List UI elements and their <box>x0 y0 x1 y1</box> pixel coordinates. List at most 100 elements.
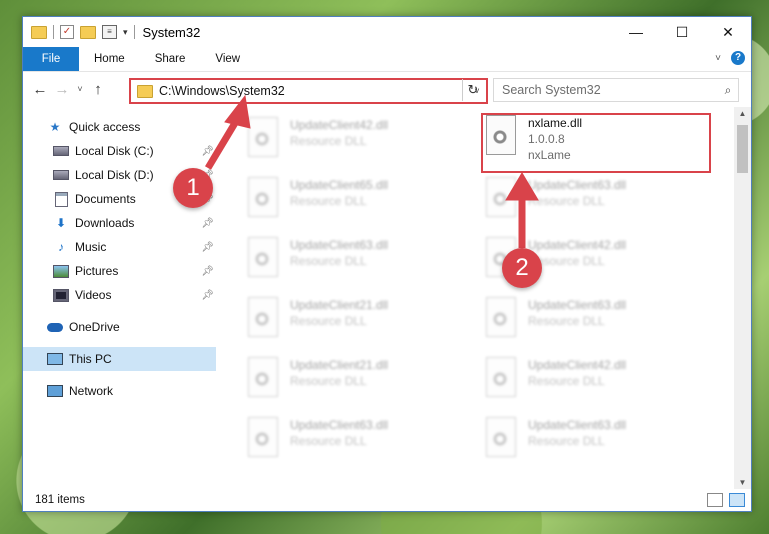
details-view-icon[interactable] <box>707 493 723 507</box>
videos-icon <box>53 287 69 303</box>
ribbon-right-controls: ˅ ? <box>715 51 745 65</box>
sidebar-item-downloads[interactable]: ⬇ Downloads 📌︎ <box>23 211 216 235</box>
toolbar-dropdown-icon[interactable]: ▾ <box>123 27 128 38</box>
list-item[interactable]: UpdateClient63.dll Resource DLL <box>246 237 476 285</box>
file-name: UpdateClient63.dll <box>528 298 627 312</box>
dll-file-icon <box>246 117 280 159</box>
dll-file-icon <box>484 177 518 219</box>
file-name: UpdateClient63.dll <box>290 418 389 432</box>
recent-locations-button[interactable]: ˅ <box>73 84 87 94</box>
search-box[interactable]: Search System32 ⌕ <box>493 78 739 102</box>
sidebar-item-quick-access[interactable]: ★ Quick access <box>23 115 216 139</box>
ribbon-tabs: File Home Share View ˅ ? <box>23 47 751 71</box>
file-name: UpdateClient63.dll <box>528 178 627 192</box>
file-name: UpdateClient21.dll <box>290 358 389 372</box>
quick-access-toolbar: ✓ ≡ ▾ <box>23 25 135 39</box>
downloads-icon: ⬇ <box>55 216 67 230</box>
list-item[interactable]: UpdateClient21.dll Resource DLL <box>246 357 476 405</box>
customize-toolbar-icon[interactable]: ≡ <box>102 25 117 39</box>
sidebar-item-label: OneDrive <box>69 320 120 334</box>
computer-icon <box>47 351 63 367</box>
toolbar-divider <box>133 25 135 39</box>
documents-icon <box>53 191 69 207</box>
music-icon: ♪ <box>58 240 64 254</box>
window-controls: — ☐ ✕ <box>613 17 751 47</box>
sidebar-item-label: Music <box>75 240 107 254</box>
list-item[interactable]: UpdateClient63.dll Resource DLL <box>246 417 476 465</box>
sidebar-item-local-disk-c[interactable]: Local Disk (C:) 📌︎ <box>23 139 216 163</box>
file-name: UpdateClient65.dll <box>290 178 389 192</box>
toolbar-divider <box>53 25 54 39</box>
sidebar-item-onedrive[interactable]: OneDrive <box>23 315 216 339</box>
drive-icon <box>53 167 69 183</box>
dll-file-icon <box>484 417 518 459</box>
list-item[interactable]: UpdateClient42.dll Resource DLL <box>246 117 476 165</box>
dll-file-icon <box>246 237 280 279</box>
sidebar-item-label: Local Disk (D:) <box>75 168 154 182</box>
sidebar-item-label: Documents <box>75 192 136 206</box>
list-item[interactable]: UpdateClient42.dll Resource DLL <box>484 357 714 405</box>
new-folder-icon[interactable] <box>80 25 96 39</box>
file-name: UpdateClient42.dll <box>528 238 627 252</box>
file-name: UpdateClient21.dll <box>290 298 389 312</box>
tab-home[interactable]: Home <box>79 47 140 71</box>
file-type: Resource DLL <box>290 254 367 268</box>
pin-icon: 📌︎ <box>201 289 214 301</box>
sidebar-item-pictures[interactable]: Pictures 📌︎ <box>23 259 216 283</box>
sidebar-item-label: This PC <box>69 352 112 366</box>
address-path[interactable]: C:\Windows\System32 <box>159 84 468 98</box>
window-title: System32 <box>142 24 201 40</box>
maximize-button[interactable]: ☐ <box>659 17 705 47</box>
network-icon <box>47 383 63 399</box>
tab-file[interactable]: File <box>23 47 79 71</box>
pictures-icon <box>53 263 69 279</box>
list-item[interactable]: UpdateClient63.dll Resource DLL <box>484 417 714 465</box>
file-type: Resource DLL <box>290 134 367 148</box>
status-bar: 181 items <box>23 489 751 511</box>
dll-file-icon <box>484 297 518 339</box>
scroll-up-icon[interactable]: ▲ <box>734 109 751 118</box>
tab-view[interactable]: View <box>200 47 255 71</box>
dll-file-icon <box>246 177 280 219</box>
dll-file-icon <box>484 357 518 399</box>
file-highlight-box <box>481 113 711 173</box>
list-item[interactable]: UpdateClient65.dll Resource DLL <box>246 177 476 225</box>
minimize-button[interactable]: — <box>613 17 659 47</box>
list-item[interactable]: UpdateClient21.dll Resource DLL <box>246 297 476 345</box>
forward-button[interactable]: → <box>51 81 73 98</box>
sidebar-item-label: Local Disk (C:) <box>75 144 154 158</box>
large-icons-view-icon[interactable] <box>729 493 745 507</box>
sidebar-item-this-pc[interactable]: This PC <box>23 347 216 371</box>
file-name: UpdateClient63.dll <box>290 238 389 252</box>
back-button[interactable]: ← <box>29 81 51 98</box>
close-button[interactable]: ✕ <box>705 17 751 47</box>
file-type: Resource DLL <box>528 194 605 208</box>
folder-icon <box>31 25 47 39</box>
properties-check-icon[interactable]: ✓ <box>60 25 74 39</box>
scrollbar-thumb[interactable] <box>737 125 748 173</box>
title-bar: ✓ ≡ ▾ System32 — ☐ ✕ <box>23 17 751 47</box>
item-count: 181 items <box>35 494 85 506</box>
expand-ribbon-icon[interactable]: ˅ <box>715 53 721 64</box>
file-type: Resource DLL <box>528 374 605 388</box>
list-item[interactable]: UpdateClient63.dll Resource DLL <box>484 297 714 345</box>
sidebar-item-label: Pictures <box>75 264 119 278</box>
search-input[interactable]: Search System32 <box>494 83 718 97</box>
list-item[interactable]: UpdateClient63.dll Resource DLL <box>484 177 714 225</box>
file-type: Resource DLL <box>290 194 367 208</box>
sidebar-item-music[interactable]: ♪ Music 📌︎ <box>23 235 216 259</box>
navigation-bar: ← → ˅ ↑ C:\Windows\System32 ˅ ↻ Search S… <box>23 71 751 106</box>
dll-file-icon <box>246 297 280 339</box>
refresh-button[interactable]: ↻ <box>462 79 483 101</box>
sidebar-item-network[interactable]: Network <box>23 379 216 403</box>
pin-icon: 📌︎ <box>201 241 214 253</box>
address-bar[interactable]: C:\Windows\System32 ˅ <box>129 78 488 104</box>
scroll-down-icon[interactable]: ▼ <box>734 478 751 487</box>
dll-file-icon <box>246 417 280 459</box>
tab-share[interactable]: Share <box>140 47 201 71</box>
navigation-pane: ★ Quick access Local Disk (C:) 📌︎ Local … <box>23 107 216 489</box>
vertical-scrollbar[interactable]: ▲ ▼ <box>734 107 751 489</box>
sidebar-item-videos[interactable]: Videos 📌︎ <box>23 283 216 307</box>
up-button[interactable]: ↑ <box>87 81 109 98</box>
help-icon[interactable]: ? <box>731 51 745 65</box>
